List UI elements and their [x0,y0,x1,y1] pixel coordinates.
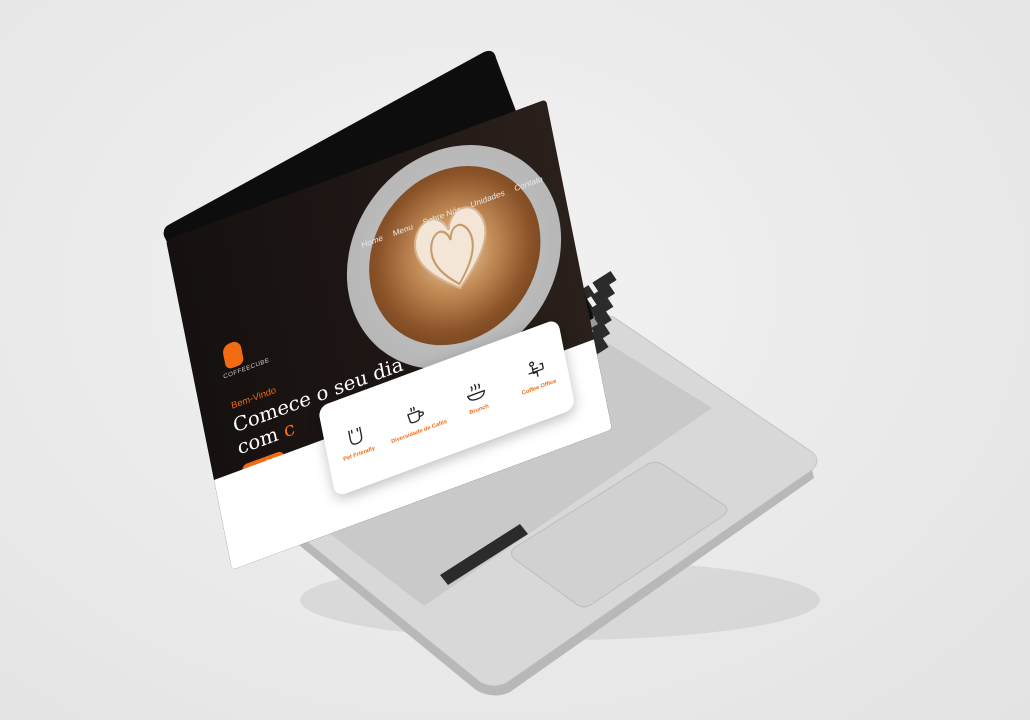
feature-diversidade-cafes[interactable]: Diversidade de Cafés [385,392,448,446]
feature-brunch[interactable]: Brunch [445,370,508,424]
feature-coffee-office[interactable]: Coffee Office [505,348,568,402]
feature-pet-friendly[interactable]: Pet Friendly [325,414,388,468]
mockup-background: COFFEECUBE Home Menu Sobre Nós Unidades … [0,0,1030,720]
brand-logo[interactable]: COFFEECUBE [218,325,285,381]
coffee-cup-icon [406,406,424,423]
coffee-office-icon [528,361,544,377]
hot-dish-icon [466,382,485,401]
coffee-bean-logo-icon [221,339,245,371]
pet-friendly-icon [347,426,363,445]
